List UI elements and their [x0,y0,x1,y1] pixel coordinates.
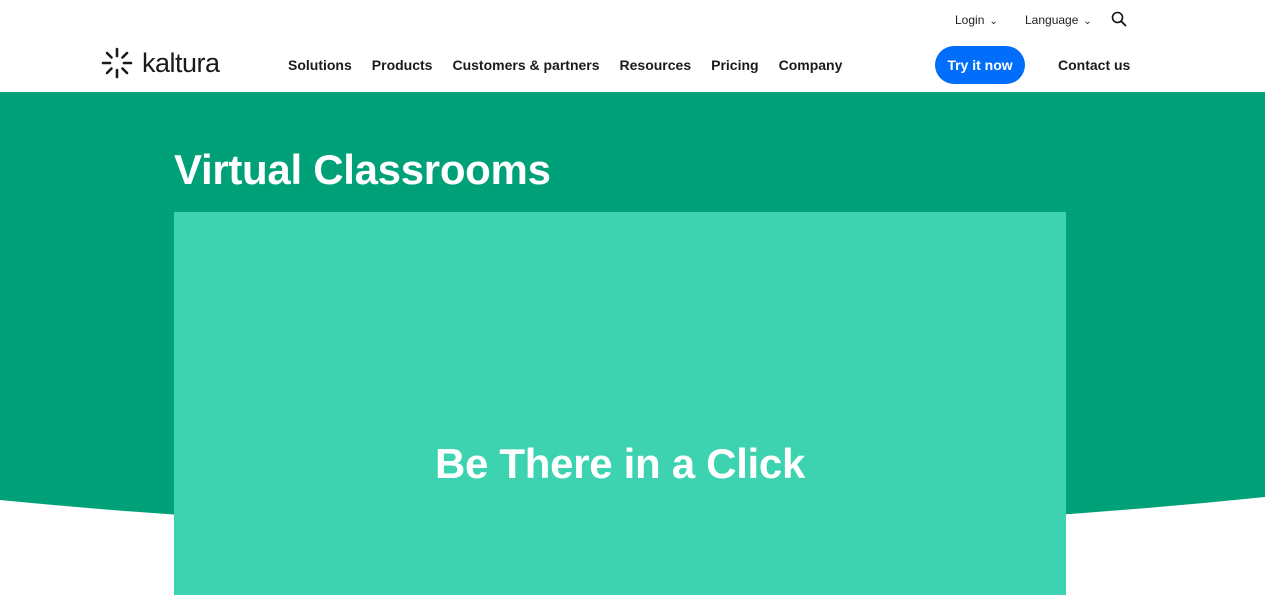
kaltura-logo[interactable]: kaltura [100,46,220,80]
try-it-now-button[interactable]: Try it now [935,46,1025,84]
login-label: Login [955,13,985,27]
nav-item-pricing[interactable]: Pricing [711,57,758,73]
chevron-down-icon: ⌄ [989,15,998,27]
kaltura-burst-icon [101,47,133,79]
contact-us-link[interactable]: Contact us [1058,57,1130,73]
page-title: Virtual Classrooms [174,146,551,193]
nav-item-company[interactable]: Company [779,57,843,73]
hero-media-panel[interactable]: Be There in a Click [174,212,1066,595]
login-menu[interactable]: Login ⌄ [955,13,998,27]
utility-bar: Login ⌄ Language ⌄ [0,0,1265,40]
main-navbar: kaltura Solutions Products Customers & p… [0,40,1265,92]
logo-text: kaltura [142,47,220,78]
media-headline: Be There in a Click [434,439,806,487]
nav-item-customers-partners[interactable]: Customers & partners [452,57,599,73]
chevron-down-icon: ⌄ [1083,15,1092,27]
primary-nav: Solutions Products Customers & partners … [288,57,842,73]
nav-item-products[interactable]: Products [372,57,433,73]
language-menu[interactable]: Language ⌄ [1025,13,1092,27]
search-icon[interactable] [1111,11,1127,27]
nav-item-solutions[interactable]: Solutions [288,57,352,73]
nav-item-resources[interactable]: Resources [620,57,692,73]
language-label: Language [1025,13,1079,27]
